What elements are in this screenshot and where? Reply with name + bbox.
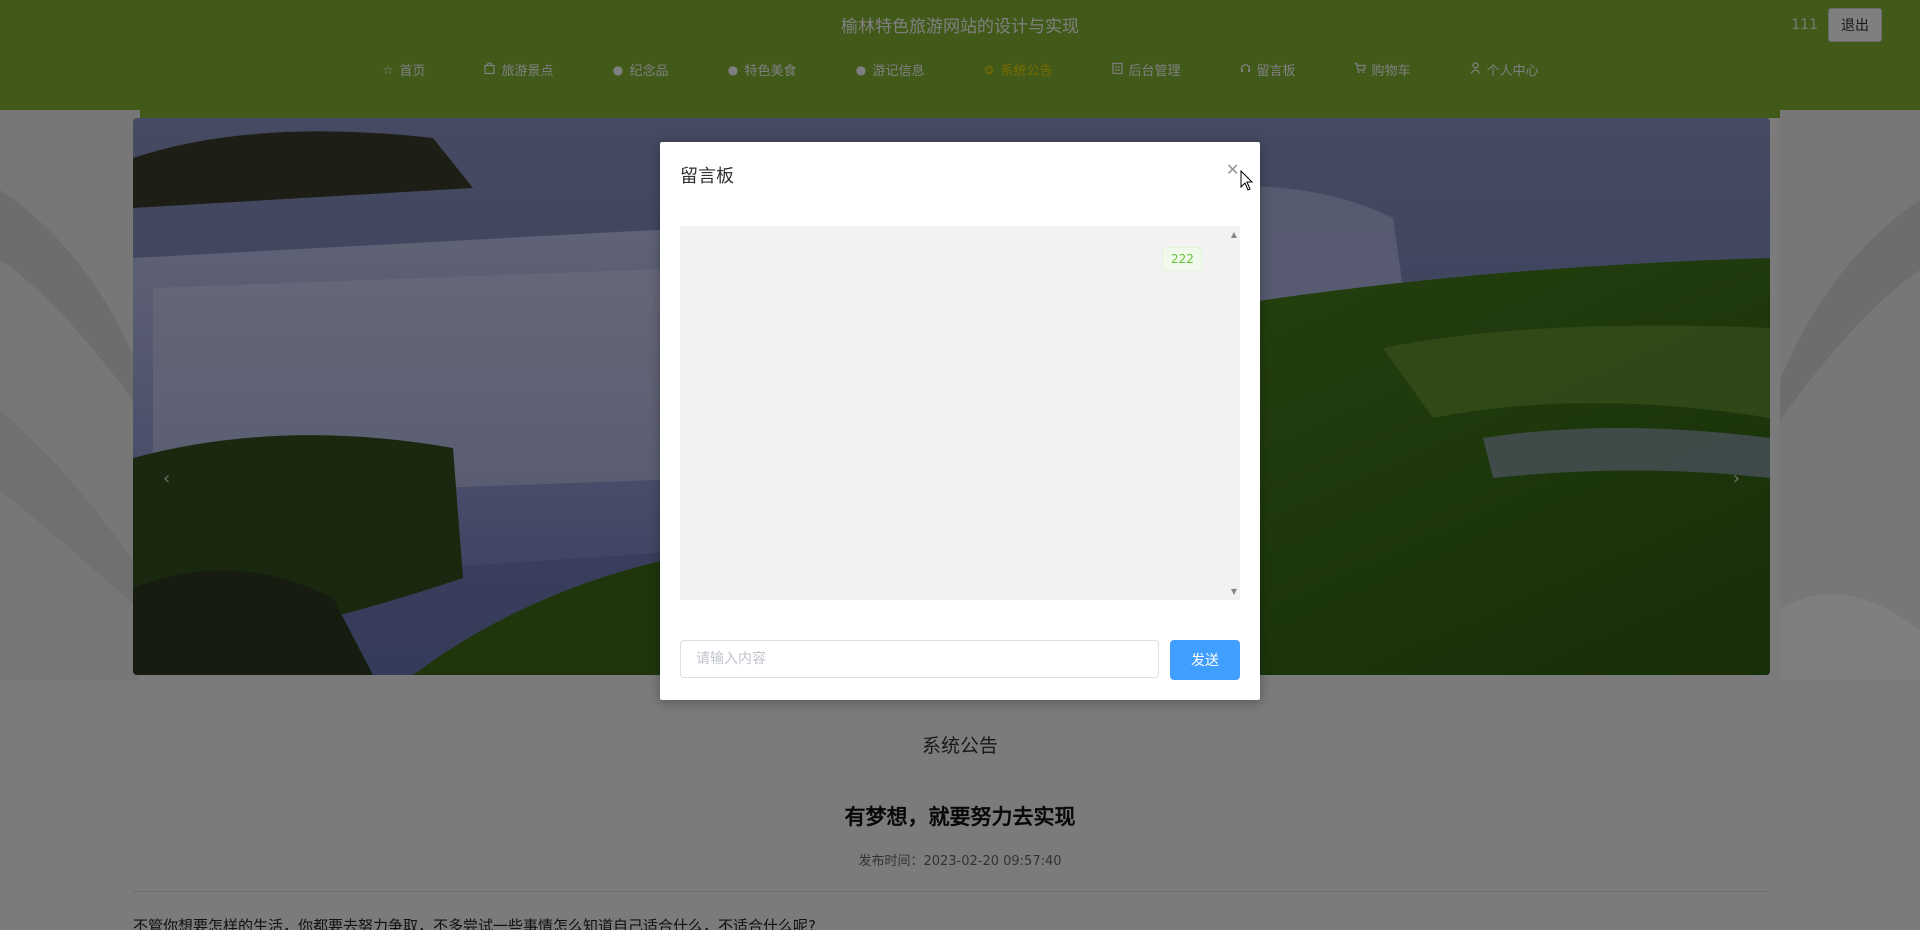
send-button[interactable]: 发送 xyxy=(1170,640,1240,680)
dialog-title: 留言板 xyxy=(680,166,734,187)
close-icon[interactable]: ✕ xyxy=(1226,160,1239,179)
message-board-dialog: 留言板 ✕ 222 ▲ ▼ 发送 xyxy=(660,142,1260,700)
message-list[interactable]: 222 ▲ ▼ xyxy=(680,226,1240,600)
page: 榆林特色旅游网站的设计与实现 111 退出 ☆ 首页 旅游景点 ● 纪念品 ● xyxy=(0,0,1920,930)
scroll-up-arrow-icon[interactable]: ▲ xyxy=(1231,230,1237,239)
message-bubble: 222 xyxy=(1162,247,1202,271)
scroll-down-arrow-icon[interactable]: ▼ xyxy=(1231,587,1237,596)
message-input[interactable] xyxy=(680,640,1159,678)
mouse-cursor-icon xyxy=(1240,170,1254,191)
